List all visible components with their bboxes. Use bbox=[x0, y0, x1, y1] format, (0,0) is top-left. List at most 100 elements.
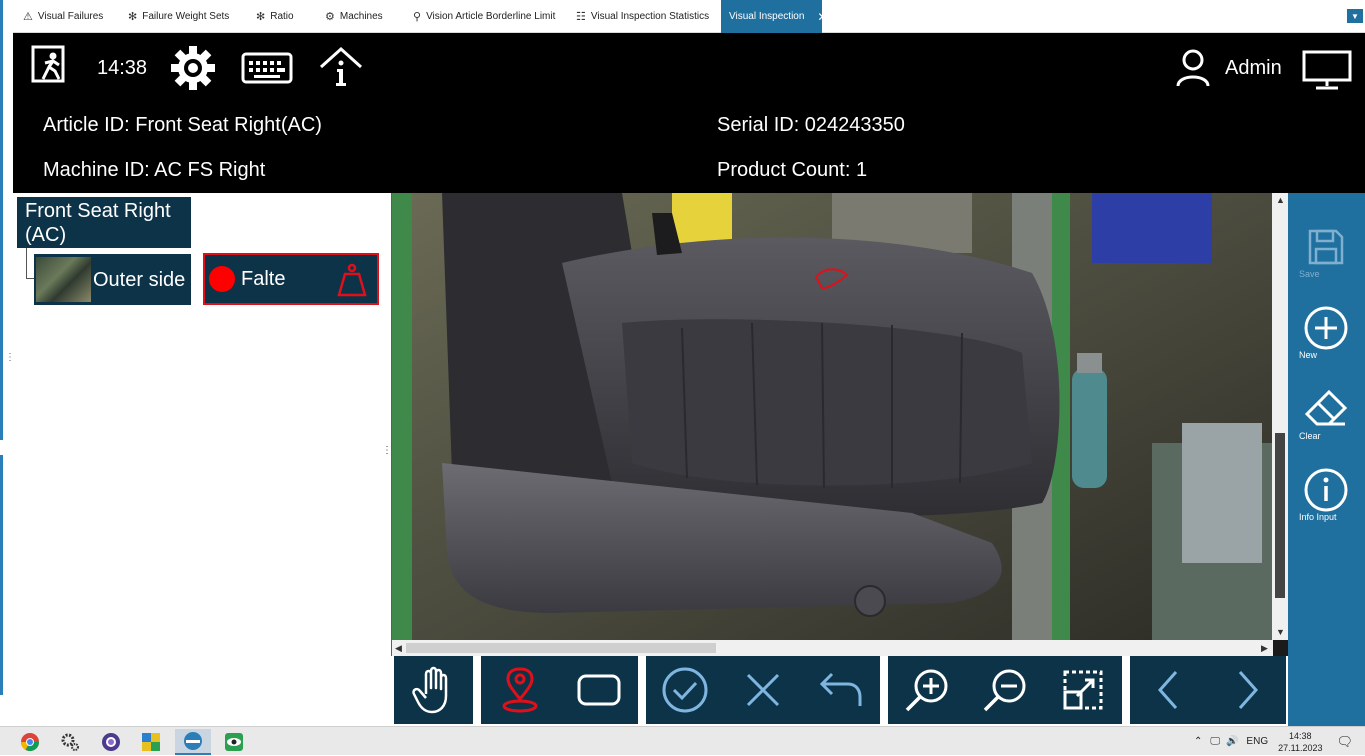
machine-icon: ⚙ bbox=[325, 11, 335, 23]
pan-hand-button[interactable] bbox=[394, 656, 473, 724]
save-button[interactable]: Save bbox=[1288, 223, 1365, 283]
tree-node-outer-side[interactable]: Outer side bbox=[34, 254, 191, 305]
tab-dropdown-button[interactable]: ▼ bbox=[1347, 9, 1363, 23]
user-icon[interactable] bbox=[1173, 47, 1213, 89]
failure-status-dot bbox=[209, 266, 235, 292]
tree-node-failure[interactable]: Falte bbox=[203, 253, 379, 305]
tab-label: Ratio bbox=[270, 11, 294, 22]
action-sidebar: Save New Clear Info Input bbox=[1288, 193, 1365, 726]
exit-icon[interactable] bbox=[30, 44, 70, 86]
taskbar-clock[interactable]: 14:38 27.11.2023 bbox=[1278, 730, 1322, 754]
rectangle-icon bbox=[577, 674, 620, 706]
location-icon: ⚲ bbox=[413, 11, 422, 23]
inspection-image-viewer[interactable]: ▲ ▼ ◀ ▶ bbox=[391, 193, 1288, 656]
vertical-scrollbar-thumb[interactable] bbox=[1275, 433, 1285, 598]
volume-icon[interactable]: 🔊 bbox=[1226, 736, 1238, 747]
bottom-toolbar bbox=[391, 656, 1288, 726]
network-icon[interactable]: 🖵 bbox=[1210, 736, 1220, 747]
tab-bar: ⚠ Visual Failures ✻ Failure Weight Sets … bbox=[13, 0, 1365, 33]
location-pin-icon bbox=[502, 667, 538, 713]
toolbar-group-navigation bbox=[1130, 656, 1286, 724]
fan-icon: ✻ bbox=[256, 11, 266, 23]
accept-button[interactable] bbox=[646, 656, 724, 724]
header: 14:38 Admin Article ID: Front Seat Right… bbox=[13, 33, 1365, 193]
user-name[interactable]: Admin bbox=[1225, 57, 1282, 80]
chevron-right-icon bbox=[1238, 671, 1259, 709]
reject-button[interactable] bbox=[724, 656, 802, 724]
weight-icon bbox=[337, 263, 367, 302]
tree-node-label: Outer side bbox=[93, 268, 186, 291]
zoom-out-button[interactable] bbox=[966, 656, 1044, 724]
notification-icon[interactable]: 🗨 bbox=[1336, 734, 1353, 750]
close-icon bbox=[746, 673, 780, 707]
tab-label: Visual Inspection Statistics bbox=[590, 11, 710, 22]
tab-label: Visual Failures bbox=[37, 11, 104, 22]
next-button[interactable] bbox=[1208, 656, 1286, 724]
fit-to-screen-button[interactable] bbox=[1044, 656, 1122, 724]
chevron-up-icon[interactable]: ⌃ bbox=[1194, 736, 1202, 747]
horizontal-scrollbar[interactable]: ◀ ▶ bbox=[392, 640, 1273, 656]
taskbar-date: 27.11.2023 bbox=[1278, 742, 1323, 753]
gear-cluster-icon[interactable] bbox=[52, 729, 88, 755]
tab-visual-inspection[interactable]: Visual Inspection ✕ bbox=[721, 0, 827, 33]
zoom-in-button[interactable] bbox=[888, 656, 966, 724]
previous-button[interactable] bbox=[1130, 656, 1208, 724]
seat-image[interactable] bbox=[392, 193, 1273, 640]
zoom-out-icon bbox=[983, 669, 1026, 712]
toolbar-group-pan bbox=[394, 656, 473, 724]
horizontal-scrollbar-thumb[interactable] bbox=[406, 643, 716, 653]
monitor-icon[interactable] bbox=[1301, 49, 1353, 91]
clear-label: Clear bbox=[1299, 431, 1321, 441]
new-button[interactable]: New bbox=[1288, 305, 1365, 365]
language-indicator[interactable]: ENG bbox=[1246, 736, 1268, 747]
clock-time: 14:38 bbox=[97, 57, 148, 79]
keyboard-icon[interactable] bbox=[241, 51, 293, 85]
article-id: Article ID: Front Seat Right(AC) bbox=[43, 114, 322, 136]
warning-icon: ⚠ bbox=[23, 11, 33, 23]
tab-label: Machines bbox=[339, 11, 383, 22]
tree-connector bbox=[26, 248, 34, 279]
failure-label: Falte bbox=[241, 267, 286, 290]
zoom-in-icon bbox=[905, 669, 948, 712]
left-edge-strip: ⋮ bbox=[0, 0, 15, 726]
app-circle-icon[interactable] bbox=[93, 729, 129, 755]
tab-label: Vision Article Borderline Limit bbox=[426, 11, 556, 22]
tab-label: Visual Inspection bbox=[729, 11, 805, 22]
eye-app-icon[interactable] bbox=[216, 729, 252, 755]
inspection-tree: Front Seat Right (AC) Outer side Falte ⋮ bbox=[13, 193, 392, 726]
serial-id: Serial ID: 024243350 bbox=[717, 114, 905, 136]
close-icon[interactable]: ✕ bbox=[817, 10, 827, 24]
info-icon bbox=[1304, 468, 1348, 512]
check-circle-icon bbox=[662, 667, 708, 713]
fan-icon: ✻ bbox=[128, 11, 138, 23]
marker-tool-button[interactable] bbox=[481, 656, 559, 724]
chrome-icon[interactable] bbox=[12, 729, 48, 755]
toolbar-group-zoom bbox=[888, 656, 1122, 724]
product-count: Product Count: 1 bbox=[717, 159, 868, 181]
info-input-button[interactable]: Info Input bbox=[1288, 467, 1365, 527]
gear-icon[interactable] bbox=[168, 43, 218, 93]
home-info-icon[interactable] bbox=[317, 45, 365, 89]
tab-visual-failures[interactable]: ⚠ Visual Failures bbox=[15, 0, 111, 33]
rectangle-tool-button[interactable] bbox=[559, 656, 638, 724]
app-tiles-icon[interactable] bbox=[133, 729, 169, 755]
system-tray: ⌃ 🖵 🔊 ENG 14:38 27.11.2023 🗨 bbox=[1194, 727, 1365, 756]
tab-visual-inspection-statistics[interactable]: ☷ Visual Inspection Statistics bbox=[568, 0, 717, 33]
outer-side-thumbnail bbox=[36, 257, 91, 302]
plus-circle-icon bbox=[1304, 306, 1348, 350]
taskbar-time: 14:38 bbox=[1289, 730, 1312, 741]
active-app-icon[interactable] bbox=[175, 729, 211, 755]
tree-node-article[interactable]: Front Seat Right (AC) bbox=[17, 197, 191, 248]
undo-button[interactable] bbox=[802, 656, 880, 724]
toolbar-group-draw bbox=[481, 656, 638, 724]
hand-icon bbox=[411, 666, 447, 714]
tab-ratio[interactable]: ✻ Ratio bbox=[248, 0, 302, 33]
tab-failure-weight-sets[interactable]: ✻ Failure Weight Sets bbox=[120, 0, 237, 33]
vertical-scrollbar[interactable]: ▲ ▼ bbox=[1272, 193, 1288, 640]
machine-id: Machine ID: AC FS Right bbox=[43, 159, 266, 181]
tab-machines[interactable]: ⚙ Machines bbox=[317, 0, 391, 33]
tab-vision-article-borderline-limit[interactable]: ⚲ Vision Article Borderline Limit bbox=[405, 0, 563, 33]
save-label: Save bbox=[1299, 269, 1320, 279]
toolbar-group-decision bbox=[646, 656, 880, 724]
clear-button[interactable]: Clear bbox=[1288, 386, 1365, 446]
